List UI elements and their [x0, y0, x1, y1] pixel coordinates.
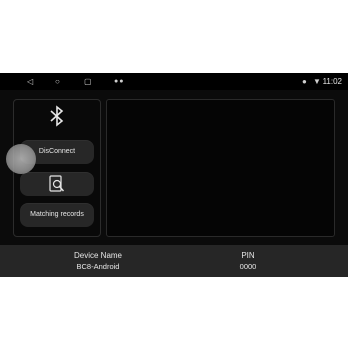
device-name-value: BC8-Android: [76, 262, 120, 271]
notification-icon: ●●: [114, 78, 125, 85]
wifi-icon: ▼: [313, 77, 321, 86]
back-icon[interactable]: ◁: [27, 73, 33, 90]
clock: 11:02: [322, 77, 342, 86]
disconnect-label: DisConnect: [38, 148, 76, 155]
touch-indicator: [6, 144, 36, 174]
pin-label: PIN: [241, 251, 255, 260]
pin-column: PIN 0000: [208, 250, 288, 272]
matching-records-button[interactable]: Matching records: [20, 203, 94, 227]
pin-value: 0000: [239, 262, 257, 271]
status-bar: ◁ ○ ▢ ●● ● ▼ 11:02: [0, 73, 348, 90]
device-info-bar: Device Name BC8-Android PIN 0000: [0, 245, 348, 277]
location-icon: ●: [302, 77, 307, 86]
recent-apps-icon[interactable]: ▢: [84, 73, 92, 90]
home-icon[interactable]: ○: [55, 73, 60, 90]
device-list-panel: [106, 99, 335, 237]
search-device-button[interactable]: [20, 172, 94, 196]
matching-records-label: Matching records: [30, 211, 84, 218]
device-name-column: Device Name BC8-Android: [50, 250, 146, 272]
device-name-label: Device Name: [73, 251, 122, 260]
head-unit-screen: ◁ ○ ▢ ●● ● ▼ 11:02 DisConnect Matching r…: [0, 73, 348, 277]
bluetooth-icon: [50, 105, 64, 127]
search-device-icon: [49, 175, 65, 192]
